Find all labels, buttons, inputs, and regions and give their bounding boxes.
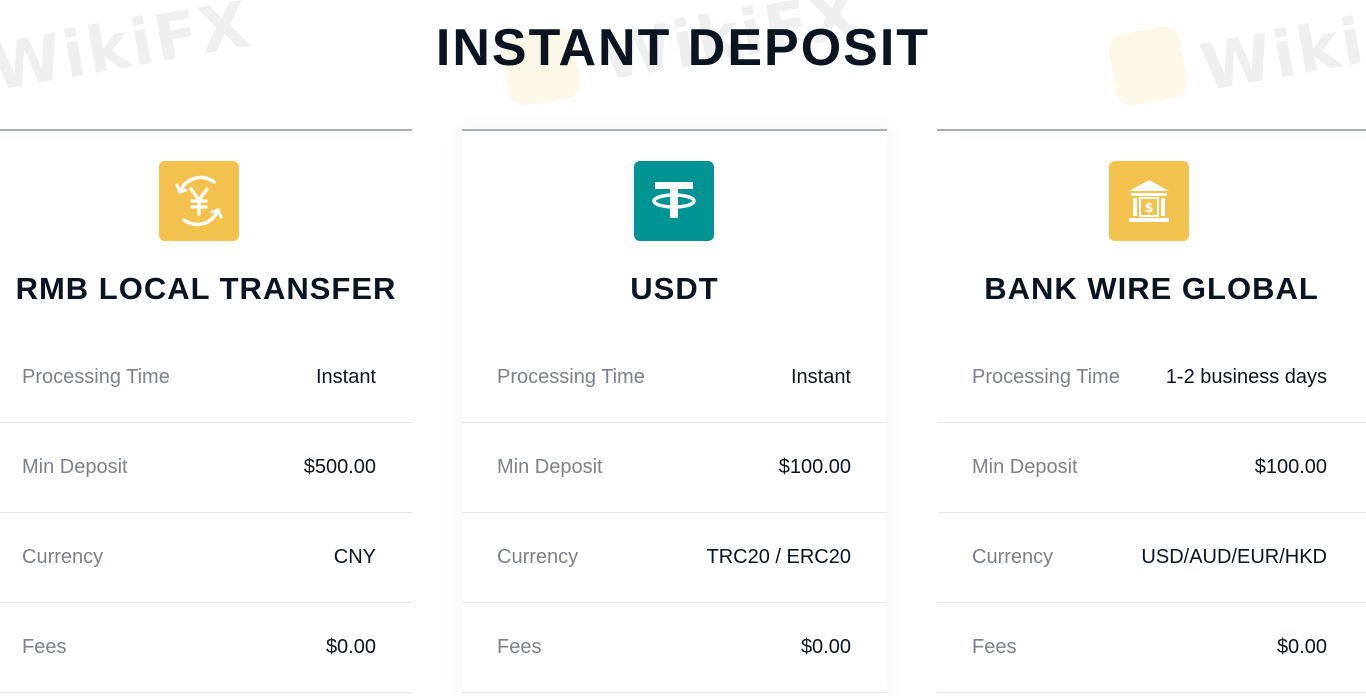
row-value: $0.00: [800, 636, 851, 658]
deposit-card-rmb: RMB LOCAL TRANSFER Processing Time Insta…: [0, 129, 412, 696]
row-label: Currency: [972, 546, 1054, 568]
row-value: $500.00: [303, 456, 376, 478]
row-value: Instant: [790, 366, 851, 388]
tether-icon: [634, 161, 714, 241]
row-currency: Currency USD/AUD/EUR/HKD: [937, 513, 1366, 603]
row-label: Min Deposit: [972, 456, 1078, 478]
row-label: Min Deposit: [22, 456, 128, 478]
row-value: $0.00: [325, 636, 376, 658]
bank-icon: $: [1109, 161, 1189, 241]
deposit-card-usdt: USDT Processing Time Instant Min Deposit…: [462, 129, 887, 696]
details-list: Processing Time 1-2 business days Min De…: [937, 333, 1366, 693]
row-min-deposit: Min Deposit $100.00: [462, 423, 887, 513]
page-title: INSTANT DEPOSIT: [435, 19, 931, 77]
row-processing-time: Processing Time 1-2 business days: [937, 333, 1366, 423]
yuan-exchange-icon: [159, 161, 239, 241]
row-value: CNY: [333, 546, 376, 568]
row-fees: Fees $0.00: [937, 603, 1366, 693]
row-currency: Currency CNY: [0, 513, 412, 603]
row-processing-time: Processing Time Instant: [0, 333, 412, 423]
row-value: $0.00: [1276, 636, 1327, 658]
row-label: Fees: [22, 636, 67, 658]
row-label: Processing Time: [22, 366, 170, 388]
row-label: Fees: [972, 636, 1017, 658]
row-fees: Fees $0.00: [462, 603, 887, 693]
deposit-card-bank-wire: $ BANK WIRE GLOBAL Processing Time 1-2 b…: [937, 129, 1366, 696]
method-title: BANK WIRE GLOBAL: [984, 271, 1319, 306]
row-label: Min Deposit: [497, 456, 603, 478]
row-value: 1-2 business days: [1165, 366, 1327, 388]
method-title: USDT: [630, 271, 719, 306]
row-fees: Fees $0.00: [0, 603, 412, 693]
row-value: Instant: [315, 366, 376, 388]
row-value: $100.00: [1254, 456, 1327, 478]
method-title: RMB LOCAL TRANSFER: [15, 271, 397, 306]
details-list: Processing Time Instant Min Deposit $500…: [0, 333, 412, 693]
row-label: Processing Time: [972, 366, 1120, 388]
row-min-deposit: Min Deposit $500.00: [0, 423, 412, 513]
row-label: Fees: [497, 636, 542, 658]
row-label: Processing Time: [497, 366, 645, 388]
row-currency: Currency TRC20 / ERC20: [462, 513, 887, 603]
row-processing-time: Processing Time Instant: [462, 333, 887, 423]
row-label: Currency: [22, 546, 104, 568]
row-value: USD/AUD/EUR/HKD: [1141, 546, 1327, 568]
row-min-deposit: Min Deposit $100.00: [937, 423, 1366, 513]
details-list: Processing Time Instant Min Deposit $100…: [462, 333, 887, 693]
svg-text:$: $: [1144, 201, 1153, 216]
row-value: $100.00: [778, 456, 851, 478]
row-value: TRC20 / ERC20: [706, 546, 852, 568]
row-label: Currency: [497, 546, 579, 568]
